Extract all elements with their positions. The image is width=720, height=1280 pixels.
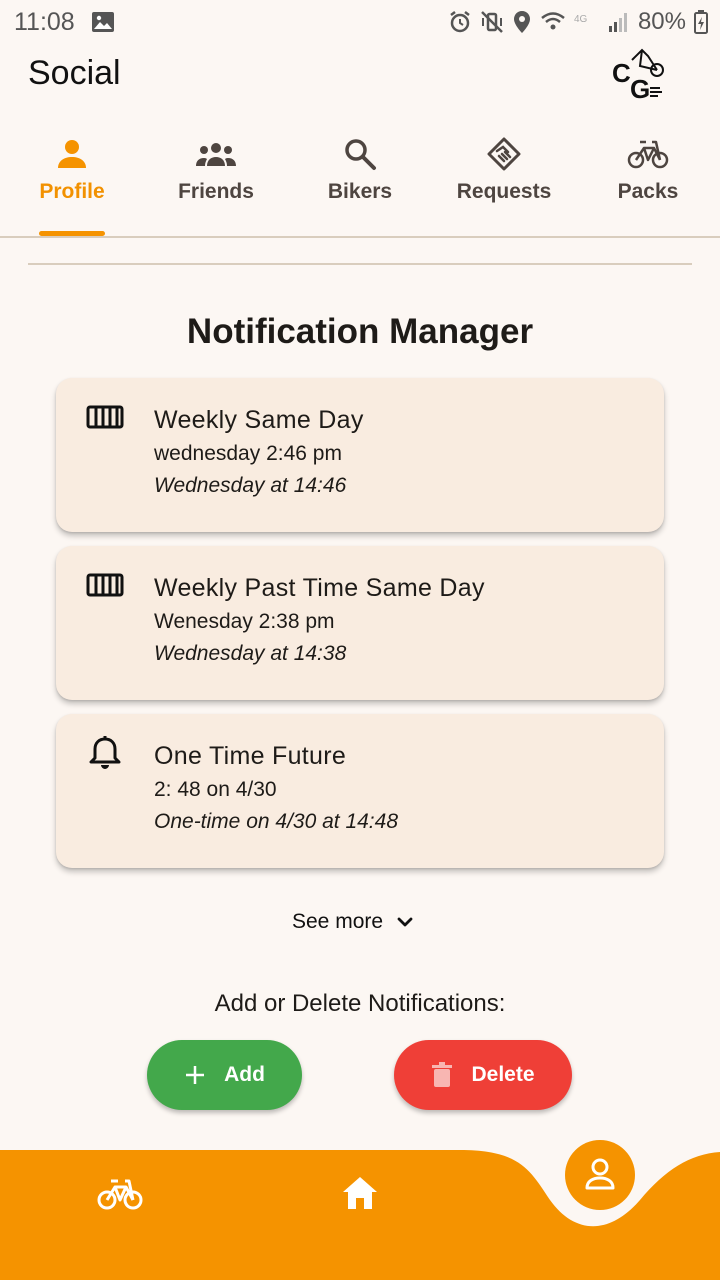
status-bar: 11:08 4G 80% <box>0 0 720 44</box>
section-heading: Notification Manager <box>186 312 534 351</box>
delete-button-label: Delete <box>471 1063 535 1086</box>
status-icons: 4G 80% <box>448 8 708 36</box>
battery-percent: 80% <box>637 8 686 35</box>
notification-description: One-time on 4/30 at 14:48 <box>154 810 398 833</box>
add-delete-label: Add or Delete Notifications: <box>214 990 506 1017</box>
notification-title: Weekly Same Day <box>154 406 364 434</box>
notification-subtitle: 2: 48 on 4/30 <box>154 778 277 801</box>
page-title: Social <box>28 54 121 92</box>
weekly-calendar-icon <box>86 405 124 429</box>
tab-friends[interactable]: Friends <box>144 128 288 236</box>
tab-bar: Profile Friends Bikers Requests Packs <box>0 128 720 238</box>
svg-text:G: G <box>630 74 650 104</box>
notification-title: Weekly Past Time Same Day <box>154 574 485 602</box>
nav-home-icon[interactable] <box>341 1175 379 1211</box>
bell-icon <box>89 736 121 769</box>
tab-bikers[interactable]: Bikers <box>288 128 432 236</box>
location-icon <box>513 11 530 33</box>
tab-label: Profile <box>39 180 105 203</box>
tab-label: Friends <box>178 180 254 203</box>
person-outline-icon <box>585 1158 615 1190</box>
notification-subtitle: Wenesday 2:38 pm <box>154 610 335 633</box>
see-more-label: See more <box>292 910 384 933</box>
mute-vibrate-icon <box>481 11 503 33</box>
notification-card[interactable]: One Time Future 2: 48 on 4/30 One-time o… <box>56 714 664 868</box>
signal-icon <box>608 13 627 32</box>
bicycle-icon <box>627 140 669 169</box>
alarm-icon <box>450 11 470 33</box>
notification-card[interactable]: Weekly Same Day wednesday 2:46 pm Wednes… <box>56 378 664 532</box>
add-button[interactable]: Add <box>147 1040 302 1110</box>
notification-title: One Time Future <box>154 742 347 770</box>
tab-profile[interactable]: Profile <box>0 128 144 236</box>
person-icon <box>58 140 86 168</box>
delete-button[interactable]: Delete <box>394 1040 572 1110</box>
tab-packs[interactable]: Packs <box>576 128 720 236</box>
svg-text:C: C <box>612 58 631 88</box>
tab-label: Requests <box>456 180 552 203</box>
notification-subtitle: wednesday 2:46 pm <box>154 442 342 465</box>
lte-icon: 4G <box>574 14 588 25</box>
chevron-down-icon <box>397 917 413 927</box>
gallery-icon <box>92 12 114 32</box>
add-button-label: Add <box>224 1063 265 1086</box>
weekly-calendar-icon <box>86 573 124 597</box>
wifi-icon <box>541 12 565 30</box>
tab-label: Bikers <box>327 180 393 203</box>
status-time: 11:08 <box>14 8 75 36</box>
search-icon <box>345 139 376 170</box>
battery-charging-icon <box>694 10 708 34</box>
group-icon <box>196 143 236 166</box>
notification-description: Wednesday at 14:38 <box>154 642 347 665</box>
tab-indicator <box>39 231 105 236</box>
divider <box>28 263 692 265</box>
plus-icon <box>186 1066 205 1084</box>
trash-icon <box>432 1062 453 1087</box>
svg-text:4G: 4G <box>574 14 588 25</box>
cg-bike-logo: C G <box>612 48 664 104</box>
tab-label: Packs <box>617 180 679 203</box>
see-more-button[interactable]: See more <box>292 910 415 934</box>
notification-card[interactable]: Weekly Past Time Same Day Wenesday 2:38 … <box>56 546 664 700</box>
handshake-icon <box>487 137 521 171</box>
tab-requests[interactable]: Requests <box>432 128 576 236</box>
notification-description: Wednesday at 14:46 <box>154 474 347 497</box>
nav-profile-button[interactable] <box>565 1140 635 1210</box>
nav-bicycle-icon[interactable] <box>97 1177 143 1211</box>
